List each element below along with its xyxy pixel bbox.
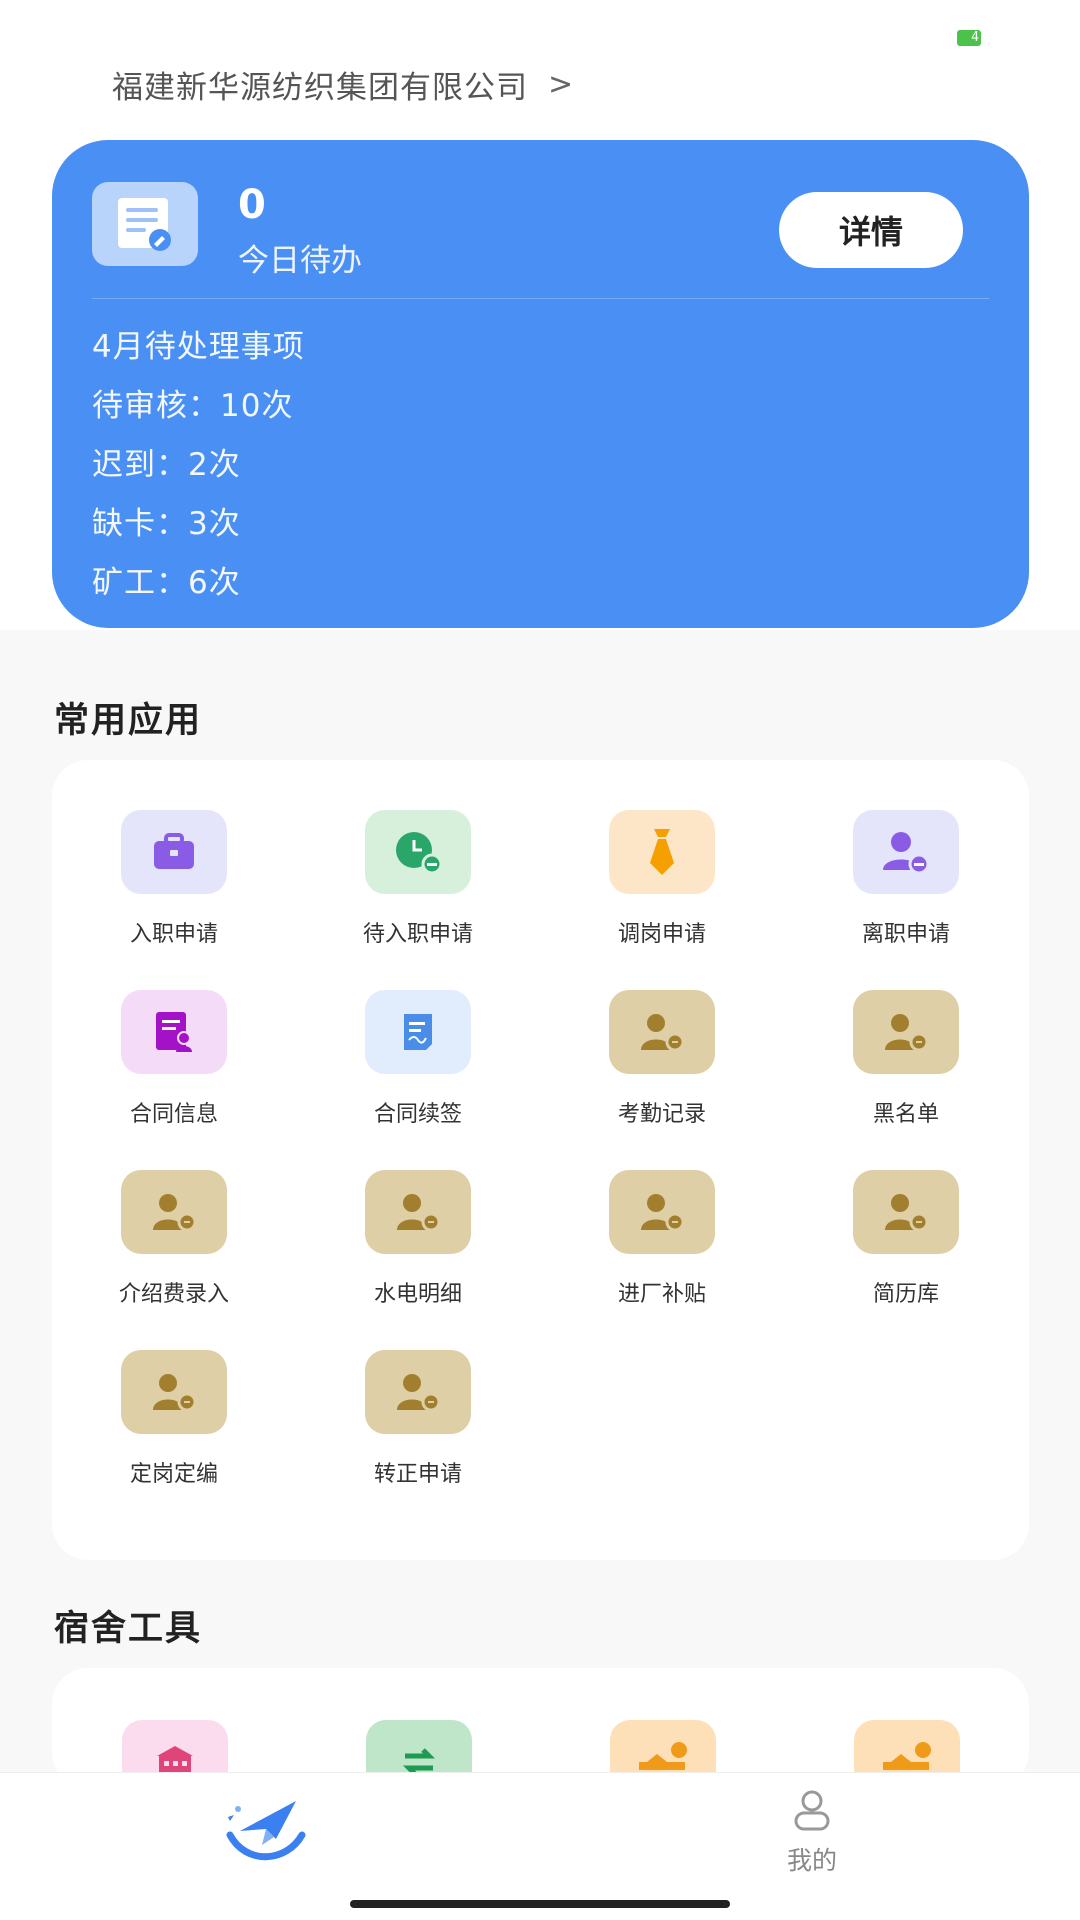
- chevron-right-icon: >: [548, 66, 575, 102]
- company-selector[interactable]: 福建新华源纺织集团有限公司 >: [112, 60, 574, 108]
- app-label: 入职申请: [129, 922, 218, 947]
- pending-late: 迟到：2次: [92, 447, 241, 483]
- clock-icon: [365, 810, 471, 894]
- common-apps-card: 入职申请 待入职申请 调岗申请 离职申请 合同信息 合同续签 考勤记录 黑名单 …: [52, 760, 1029, 1560]
- pending-absent: 矿工：6次: [92, 565, 241, 601]
- section-title-dorm-tools: 宿舍工具: [54, 1609, 203, 1649]
- user-money-icon: [853, 990, 959, 1074]
- app-label: 合同信息: [129, 1102, 218, 1127]
- todo-label: 今日待办: [238, 243, 362, 279]
- battery-icon: 4: [957, 30, 981, 46]
- app-referral-fee[interactable]: 介绍费录入: [52, 1170, 296, 1308]
- detail-button[interactable]: 详情: [779, 192, 963, 268]
- user-money-icon: [609, 990, 715, 1074]
- app-onboarding-apply[interactable]: 入职申请: [52, 810, 296, 948]
- tie-icon: [609, 810, 715, 894]
- user-minus-icon: [853, 810, 959, 894]
- briefcase-icon: [121, 810, 227, 894]
- company-name: 福建新华源纺织集团有限公司: [112, 69, 528, 106]
- app-label: 待入职申请: [362, 922, 473, 947]
- document-sign-icon: [365, 990, 471, 1074]
- app-label: 定岗定编: [129, 1462, 218, 1487]
- app-utility-details[interactable]: 水电明细: [296, 1170, 540, 1308]
- app-label: 黑名单: [872, 1102, 939, 1127]
- app-label: 介绍费录入: [118, 1282, 229, 1307]
- todo-card: 0 今日待办 详情 4月待处理事项 待审核：10次 迟到：2次 缺卡：3次 矿工…: [52, 140, 1029, 628]
- tab-home[interactable]: [226, 1795, 312, 1869]
- user-money-icon: [121, 1170, 227, 1254]
- app-label: 调岗申请: [617, 922, 706, 947]
- bottom-tab-bar: 我的: [0, 1772, 1080, 1920]
- tab-mine-label: 我的: [786, 1846, 837, 1875]
- tab-mine[interactable]: 我的: [760, 1789, 864, 1877]
- user-money-icon: [121, 1350, 227, 1434]
- dorm-tools-card: [52, 1668, 1029, 1788]
- todo-count: 0: [238, 182, 266, 228]
- app-label: 简历库: [872, 1282, 939, 1307]
- app-contract-renewal[interactable]: 合同续签: [296, 990, 540, 1128]
- user-icon: [794, 1790, 830, 1831]
- section-title-common-apps: 常用应用: [54, 701, 203, 741]
- app-contract-info[interactable]: 合同信息: [52, 990, 296, 1128]
- app-label: 进厂补贴: [617, 1282, 706, 1307]
- home-indicator: [350, 1900, 730, 1908]
- header-area: 4 福建新华源纺织集团有限公司 > 0 今日待办 详情 4月待处理事项 待审核：…: [0, 0, 1080, 630]
- app-entry-subsidy[interactable]: 进厂补贴: [540, 1170, 784, 1308]
- pending-review: 待审核：10次: [92, 388, 294, 424]
- user-money-icon: [609, 1170, 715, 1254]
- app-resume-library[interactable]: 简历库: [784, 1170, 1028, 1308]
- user-money-icon: [365, 1350, 471, 1434]
- app-label: 水电明细: [373, 1282, 462, 1307]
- app-position-staffing[interactable]: 定岗定编: [52, 1350, 296, 1488]
- user-money-icon: [853, 1170, 959, 1254]
- pending-list: 4月待处理事项 待审核：10次 迟到：2次 缺卡：3次 矿工：6次: [92, 318, 305, 613]
- app-resignation-apply[interactable]: 离职申请: [784, 810, 1028, 948]
- pending-title: 4月待处理事项: [92, 329, 305, 365]
- app-label: 合同续签: [373, 1102, 462, 1127]
- pending-missing-card: 缺卡：3次: [92, 506, 241, 542]
- divider: [92, 298, 989, 299]
- contract-icon: [121, 990, 227, 1074]
- user-money-icon: [365, 1170, 471, 1254]
- app-transfer-apply[interactable]: 调岗申请: [540, 810, 784, 948]
- memo-icon: [92, 182, 198, 266]
- app-regularization-apply[interactable]: 转正申请: [296, 1350, 540, 1488]
- app-label: 考勤记录: [617, 1102, 706, 1127]
- plane-logo-icon: [226, 1801, 306, 1861]
- app-pending-onboarding[interactable]: 待入职申请: [296, 810, 540, 948]
- app-label: 转正申请: [373, 1462, 462, 1487]
- app-attendance-record[interactable]: 考勤记录: [540, 990, 784, 1128]
- app-blacklist[interactable]: 黑名单: [784, 990, 1028, 1128]
- app-label: 离职申请: [861, 922, 950, 947]
